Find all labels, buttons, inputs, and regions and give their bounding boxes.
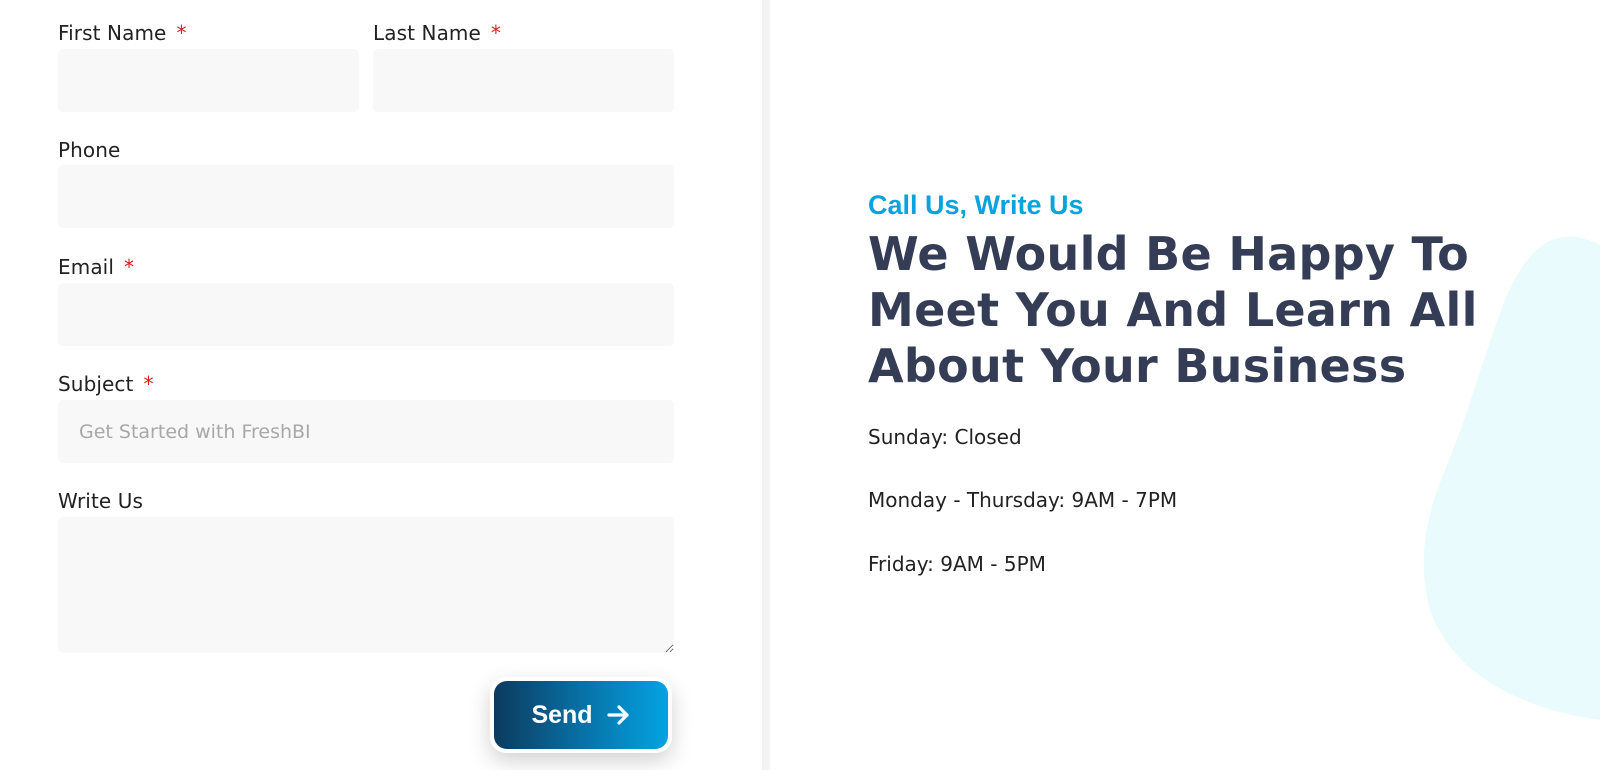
message-textarea[interactable]	[58, 517, 674, 653]
headline-line: About Your Business	[868, 339, 1407, 393]
phone-input[interactable]	[58, 165, 674, 228]
page-title: We Would Be Happy To Meet You And Learn …	[868, 226, 1508, 394]
first-name-input[interactable]	[58, 49, 359, 112]
email-input[interactable]	[58, 283, 674, 346]
last-name-input[interactable]	[373, 49, 674, 112]
required-mark: *	[124, 255, 135, 279]
phone-label: Phone	[58, 138, 121, 162]
send-button-frame: Send	[490, 677, 672, 753]
send-button-label: Send	[531, 700, 593, 729]
arrow-right-icon	[606, 705, 629, 725]
hours-friday: Friday: 9AM - 5PM	[868, 552, 1046, 576]
hours-monday-thursday: Monday - Thursday: 9AM - 7PM	[868, 488, 1178, 512]
contact-info-panel: Call Us, Write Us We Would Be Happy To M…	[770, 0, 1600, 770]
message-label: Write Us	[58, 489, 144, 513]
section-kicker: Call Us, Write Us	[868, 190, 1084, 220]
headline-line: Meet You And Learn All	[868, 283, 1478, 337]
headline-line: We Would Be Happy To	[868, 227, 1470, 281]
subject-input[interactable]	[58, 400, 674, 463]
contact-form: First Name * Last Name * Phone Email * Subj…	[0, 0, 770, 770]
subject-label: Subject *	[58, 372, 154, 396]
send-button[interactable]: Send	[494, 681, 668, 749]
required-mark: *	[176, 21, 187, 45]
first-name-label: First Name *	[58, 21, 187, 45]
last-name-label: Last Name *	[373, 21, 502, 45]
hours-sunday: Sunday: Closed	[868, 425, 1022, 449]
email-label: Email *	[58, 255, 135, 279]
required-mark: *	[490, 21, 502, 45]
required-mark: *	[143, 372, 154, 396]
